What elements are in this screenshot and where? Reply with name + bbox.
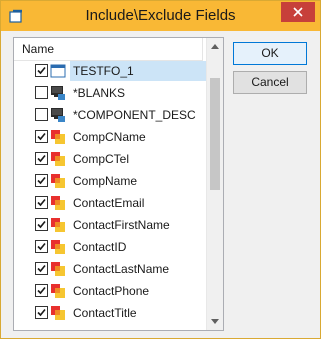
field-icon xyxy=(51,218,65,232)
list-item[interactable]: ContactLastName xyxy=(14,258,206,280)
list-item[interactable]: ContactTitle xyxy=(14,302,206,324)
check-icon xyxy=(37,308,46,317)
list-item[interactable]: CompCTel xyxy=(14,148,206,170)
field-icon xyxy=(51,196,65,210)
column-divider[interactable] xyxy=(202,38,203,60)
column-header-label: Name xyxy=(22,42,55,56)
list-item[interactable]: CompCName xyxy=(14,126,206,148)
check-icon xyxy=(37,176,46,185)
checkbox-checked[interactable] xyxy=(35,130,48,143)
field-icon xyxy=(51,174,65,188)
field-icon xyxy=(51,130,65,144)
list-item[interactable]: TESTFO_1 xyxy=(14,60,207,82)
checkbox-checked[interactable] xyxy=(35,152,48,165)
column-header-name[interactable]: Name xyxy=(14,38,203,61)
list-item[interactable]: *BLANKS xyxy=(14,82,206,104)
check-icon xyxy=(37,264,46,273)
checkbox-unchecked[interactable] xyxy=(35,86,48,99)
component-icon xyxy=(51,86,65,100)
cancel-button[interactable]: Cancel xyxy=(233,71,307,94)
checkbox-checked[interactable] xyxy=(35,196,48,209)
checkbox-checked[interactable] xyxy=(35,262,48,275)
list-item[interactable]: ContactEmail xyxy=(14,192,206,214)
checkbox-checked[interactable] xyxy=(35,64,48,77)
list-item-label: *BLANKS xyxy=(73,86,126,100)
scroll-down-arrow-icon[interactable] xyxy=(211,319,219,324)
ok-button[interactable]: OK xyxy=(233,42,307,65)
field-icon xyxy=(51,152,65,166)
check-icon xyxy=(37,220,46,229)
title-bar[interactable]: Include\Exclude Fields xyxy=(1,1,320,31)
list-item-label: ContactEmail xyxy=(73,196,145,210)
list-item-label: *COMPONENT_DESC xyxy=(73,108,196,122)
list-item-label: ContactLastName xyxy=(73,262,170,276)
list-rows: TESTFO_1 *BLANKS *COMPONENT_DESC CompCName C… xyxy=(14,60,207,330)
check-icon xyxy=(37,286,46,295)
close-icon xyxy=(293,7,303,17)
vertical-scrollbar[interactable] xyxy=(206,38,223,330)
field-icon xyxy=(51,284,65,298)
checkbox-checked[interactable] xyxy=(35,174,48,187)
list-item-label: ContactID xyxy=(73,240,127,254)
field-icon xyxy=(51,240,65,254)
check-icon xyxy=(37,242,46,251)
component-icon xyxy=(51,108,65,122)
list-item-label: CompName xyxy=(73,174,138,188)
list-item[interactable]: ContactID xyxy=(14,236,206,258)
list-item-label: ContactFirstName xyxy=(73,218,170,232)
list-item[interactable]: ContactPhone xyxy=(14,280,206,302)
check-icon xyxy=(37,66,46,75)
checkbox-unchecked[interactable] xyxy=(35,108,48,121)
list-item-label: ContactTitle xyxy=(73,306,137,320)
scroll-up-arrow-icon[interactable] xyxy=(211,44,219,49)
checkbox-checked[interactable] xyxy=(35,284,48,297)
list-item[interactable]: ContactFirstName xyxy=(14,214,206,236)
check-icon xyxy=(37,132,46,141)
list-item-label: CompCTel xyxy=(73,152,130,166)
field-list[interactable]: Name TESTFO_1 *BLANKS *COMPONENT_DESC CompC… xyxy=(13,37,224,331)
list-item[interactable]: CompName xyxy=(14,170,206,192)
field-icon xyxy=(51,306,65,320)
field-icon xyxy=(51,262,65,276)
list-item-label: TESTFO_1 xyxy=(70,61,207,81)
list-item-label: CompCName xyxy=(73,130,146,144)
list-item[interactable]: *COMPONENT_DESC xyxy=(14,104,206,126)
checkbox-checked[interactable] xyxy=(35,218,48,231)
dialog-window: Include\Exclude Fields Name TESTFO_1 *BLA… xyxy=(0,0,321,339)
window-title: Include\Exclude Fields xyxy=(85,7,236,24)
check-icon xyxy=(37,154,46,163)
check-icon xyxy=(37,198,46,207)
checkbox-checked[interactable] xyxy=(35,240,48,253)
checkbox-checked[interactable] xyxy=(35,306,48,319)
scroll-thumb[interactable] xyxy=(210,78,220,190)
close-button[interactable] xyxy=(281,2,315,22)
table-icon xyxy=(50,64,66,78)
list-item-label: ContactPhone xyxy=(73,284,150,298)
